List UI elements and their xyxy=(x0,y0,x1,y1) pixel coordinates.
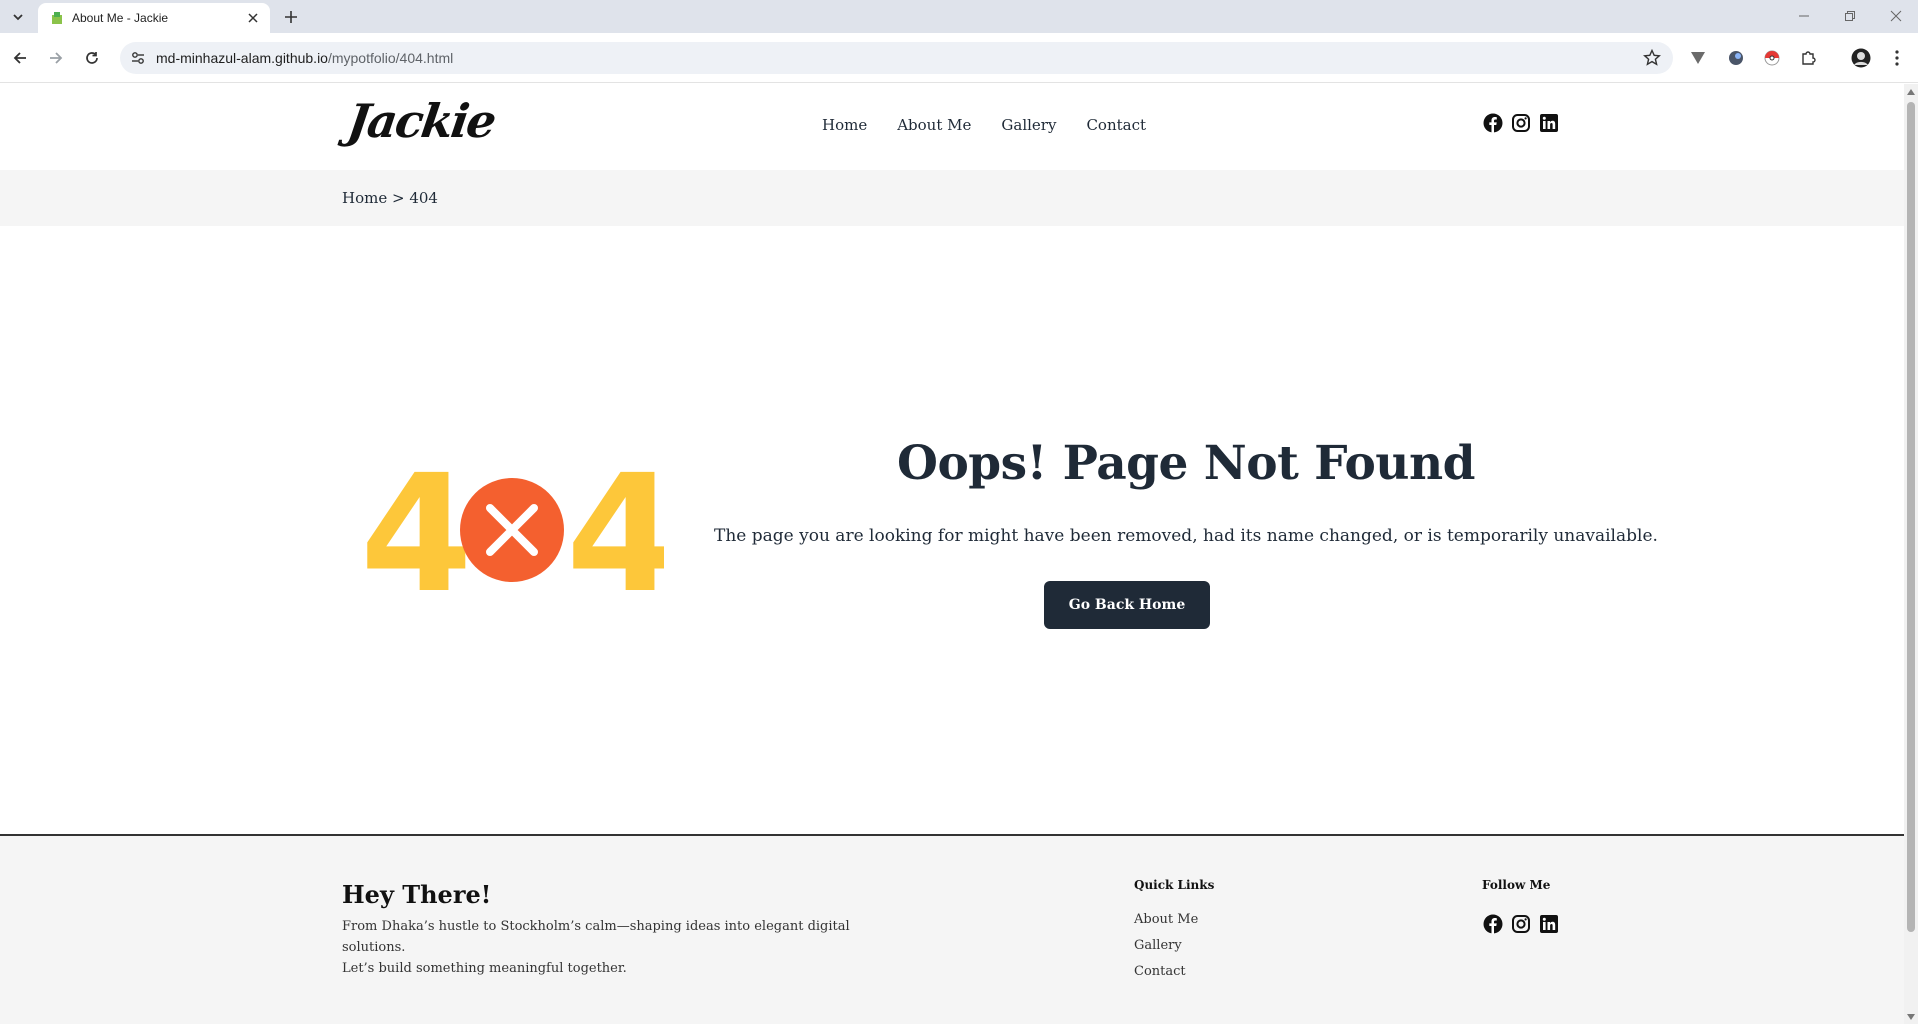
footer-title: Hey There! xyxy=(342,880,492,909)
restore-icon xyxy=(1845,11,1855,21)
extension-v-button[interactable] xyxy=(1688,48,1708,68)
site-header: Jackie Home About Me Gallery Contact xyxy=(0,84,1904,170)
follow-me-heading: Follow Me xyxy=(1482,878,1551,892)
browser-tab-bar: About Me - Jackie xyxy=(0,0,1918,33)
linkedin-icon[interactable] xyxy=(1539,914,1559,934)
error-404-illustration: 4 4 xyxy=(360,458,664,600)
facebook-icon[interactable] xyxy=(1483,914,1503,934)
main-nav: Home About Me Gallery Contact xyxy=(822,116,1176,134)
quick-links-heading: Quick Links xyxy=(1134,878,1215,892)
site-footer: Hey There! From Dhaka’s hustle to Stockh… xyxy=(0,834,1904,1024)
extensions-button[interactable] xyxy=(1798,48,1818,68)
arrow-right-icon xyxy=(50,52,63,64)
error-x-circle-icon xyxy=(460,478,564,582)
footer-description: From Dhaka’s hustle to Stockholm’s calm—… xyxy=(342,916,902,979)
footer-link-about-me[interactable]: About Me xyxy=(1134,912,1198,927)
vpn-extension-icon xyxy=(1691,52,1705,64)
facebook-icon[interactable] xyxy=(1483,113,1503,133)
footer-description-line-1: From Dhaka’s hustle to Stockholm’s calm—… xyxy=(342,919,850,955)
error-message: The page you are looking for might have … xyxy=(714,526,1658,546)
quick-links: About Me Gallery Contact xyxy=(1134,912,1198,990)
arrow-left-icon xyxy=(13,52,26,64)
footer-link-gallery[interactable]: Gallery xyxy=(1134,938,1198,953)
page-scrollbar[interactable] xyxy=(1904,84,1918,1024)
instagram-icon[interactable] xyxy=(1511,914,1531,934)
url-text[interactable]: md-minhazul-alam.github.io/mypotfolio/40… xyxy=(156,50,453,66)
minimize-button[interactable] xyxy=(1782,4,1826,28)
close-window-button[interactable] xyxy=(1874,4,1918,28)
favicon-icon xyxy=(52,12,62,24)
close-icon xyxy=(248,13,258,23)
tab-search-button[interactable] xyxy=(6,5,30,29)
extension-globe-button[interactable] xyxy=(1726,48,1746,68)
new-tab-button[interactable] xyxy=(280,6,302,28)
avatar xyxy=(1851,48,1871,68)
bookmark-star-icon[interactable] xyxy=(1643,49,1661,67)
nav-about-me[interactable]: About Me xyxy=(897,116,971,134)
reload-button[interactable] xyxy=(78,44,106,72)
site-logo[interactable]: Jackie xyxy=(344,94,498,148)
footer-link-contact[interactable]: Contact xyxy=(1134,964,1198,979)
close-tab-button[interactable] xyxy=(244,9,262,27)
nav-gallery[interactable]: Gallery xyxy=(1001,116,1056,134)
site-info-icon[interactable] xyxy=(130,50,146,66)
pokeball-extension-icon xyxy=(1764,50,1780,66)
reload-icon xyxy=(86,52,98,64)
error-digit-left: 4 xyxy=(360,458,473,600)
instagram-icon[interactable] xyxy=(1511,113,1531,133)
browser-tab[interactable]: About Me - Jackie xyxy=(38,3,270,33)
error-digit-right: 4 xyxy=(566,458,664,600)
plus-icon xyxy=(285,11,297,23)
nav-home[interactable]: Home xyxy=(822,116,867,134)
tab-title: About Me - Jackie xyxy=(72,11,169,25)
breadcrumb-bar: Home > 404 xyxy=(0,170,1904,226)
error-title: Oops! Page Not Found xyxy=(897,436,1476,491)
minimize-icon xyxy=(1799,15,1809,17)
puzzle-icon xyxy=(1802,51,1816,65)
profile-button[interactable] xyxy=(1851,48,1871,68)
scroll-down-arrow-icon[interactable] xyxy=(1907,1014,1915,1020)
page-viewport: Jackie Home About Me Gallery Contact Hom… xyxy=(0,84,1904,1024)
nav-contact[interactable]: Contact xyxy=(1086,116,1146,134)
linkedin-icon[interactable] xyxy=(1539,113,1559,133)
address-bar[interactable]: md-minhazul-alam.github.io/mypotfolio/40… xyxy=(120,42,1673,74)
scrollbar-thumb[interactable] xyxy=(1907,102,1915,932)
browser-menu-button[interactable] xyxy=(1887,48,1907,68)
header-social-links xyxy=(1483,113,1559,133)
forward-button[interactable] xyxy=(42,44,70,72)
close-icon xyxy=(1890,10,1902,22)
chevron-down-icon xyxy=(13,14,23,21)
footer-description-line-2: Let’s build something meaningful togethe… xyxy=(342,961,627,976)
browser-toolbar: md-minhazul-alam.github.io/mypotfolio/40… xyxy=(0,33,1918,83)
go-back-home-button[interactable]: Go Back Home xyxy=(1044,581,1210,629)
back-button[interactable] xyxy=(6,44,34,72)
more-vert-icon xyxy=(1895,50,1899,66)
footer-social-links xyxy=(1483,914,1559,934)
globe-extension-icon xyxy=(1729,51,1743,65)
scroll-up-arrow-icon[interactable] xyxy=(1907,89,1915,95)
breadcrumb: Home > 404 xyxy=(342,189,438,207)
restore-button[interactable] xyxy=(1828,4,1872,28)
extension-pokeball-button[interactable] xyxy=(1762,48,1782,68)
